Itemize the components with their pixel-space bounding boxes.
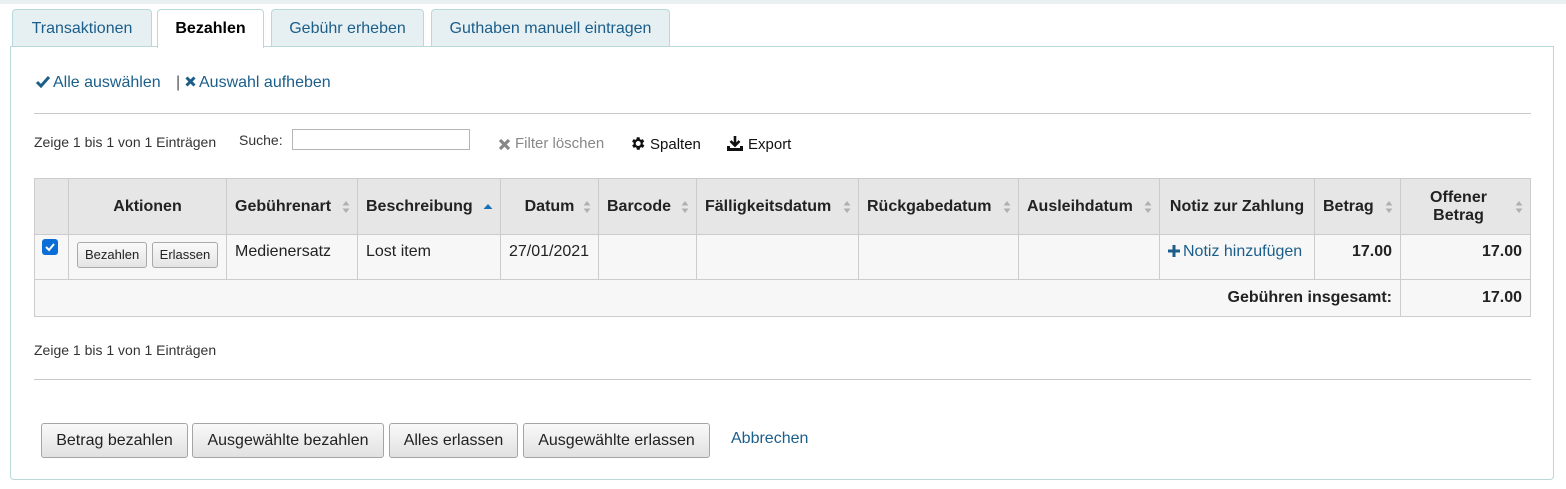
writeoff-all-button[interactable]: Alles erlassen: [389, 423, 518, 458]
row-writeoff-button[interactable]: Erlassen: [151, 242, 219, 268]
sort-icon: [843, 200, 851, 213]
columns-button[interactable]: Spalten: [629, 135, 701, 153]
tab-transaktionen[interactable]: Transaktionen: [12, 9, 152, 46]
column-header-beschreibung[interactable]: Beschreibung: [357, 178, 501, 235]
sort-icon: [1515, 200, 1523, 213]
column-header-ausleihdatum[interactable]: Ausleihdatum: [1018, 178, 1160, 235]
column-header-label: Fälligkeitsdatum: [705, 197, 832, 215]
sort-icon: [1003, 200, 1011, 213]
close-icon: [185, 76, 196, 87]
column-header-label: Rückgabedatum: [867, 197, 992, 215]
row-fee-type: Medienersatz: [226, 234, 358, 280]
pay-amount-button[interactable]: Betrag bezahlen: [41, 423, 188, 458]
top-strip: [0, 0, 1566, 4]
sort-icon: [681, 200, 689, 213]
row-outstanding: 17.00: [1400, 234, 1531, 280]
fees-table: Aktionen Gebührenart Beschreibung Datum …: [34, 178, 1531, 317]
total-value: 17.00: [1400, 279, 1531, 317]
export-button[interactable]: Export: [726, 135, 791, 153]
column-header-faelligkeitsdatum[interactable]: Fälligkeitsdatum: [696, 178, 859, 235]
download-icon: [727, 136, 743, 151]
row-amount: 17.00: [1314, 234, 1401, 280]
columns-label: Spalten: [650, 136, 701, 153]
check-icon: [35, 76, 51, 89]
clear-filter-button[interactable]: Filter löschen: [498, 135, 604, 152]
add-note-link[interactable]: Notiz hinzufügen: [1168, 243, 1302, 260]
clear-filter-label: Filter löschen: [515, 135, 605, 152]
clear-selection-link[interactable]: Auswahl aufheben: [185, 74, 331, 92]
clear-selection-label: Auswahl aufheben: [199, 74, 331, 91]
sort-icon: [583, 200, 591, 213]
total-label: Gebühren insgesamt:: [34, 279, 1401, 317]
row-note-cell: Notiz hinzufügen: [1159, 234, 1315, 280]
column-header-label: Barcode: [607, 197, 672, 215]
row-pay-button[interactable]: Bezahlen: [77, 242, 148, 268]
column-header-label: Datum: [524, 197, 575, 215]
row-checkbox[interactable]: [42, 239, 58, 255]
column-header-label: Aktionen: [113, 197, 182, 215]
column-header-notiz: Notiz zur Zahlung: [1159, 178, 1315, 235]
column-header-gebuehrenart[interactable]: Gebührenart: [226, 178, 358, 235]
sort-icon: [342, 200, 350, 213]
search-label: Suche:: [239, 132, 283, 148]
row-return-date: [858, 234, 1019, 280]
column-header-label: Betrag: [1323, 197, 1374, 215]
select-all-link[interactable]: Alle auswählen: [35, 74, 161, 92]
tab-bezahlen[interactable]: Bezahlen: [157, 9, 264, 48]
column-header-rueckgabedatum[interactable]: Rückgabedatum: [858, 178, 1019, 235]
divider-bottom: [34, 379, 1531, 380]
column-header-aktionen: Aktionen: [68, 178, 227, 235]
column-header-label: Offener Betrag: [1430, 188, 1487, 224]
cancel-link[interactable]: Abbrechen: [731, 430, 808, 448]
column-header-label: Beschreibung: [366, 197, 473, 215]
row-checkout-date: [1018, 234, 1160, 280]
plus-icon: [1168, 245, 1180, 257]
column-header-offener-betrag[interactable]: Offener Betrag: [1400, 178, 1531, 235]
row-description: Lost item: [357, 234, 501, 280]
divider-top: [34, 113, 1531, 114]
table-info-bottom: Zeige 1 bis 1 von 1 Einträgen: [34, 342, 217, 358]
row-date: 27/01/2021: [500, 234, 599, 280]
table-row: Bezahlen Erlassen Medienersatz Lost item…: [34, 234, 1531, 280]
table-info-top: Zeige 1 bis 1 von 1 Einträgen: [34, 134, 217, 150]
column-header-datum[interactable]: Datum: [500, 178, 599, 235]
tab-guthaben-eintragen[interactable]: Guthaben manuell eintragen: [431, 9, 670, 46]
column-header-barcode[interactable]: Barcode: [598, 178, 697, 235]
export-label: Export: [748, 136, 792, 153]
close-icon: [498, 138, 511, 151]
writeoff-selected-button[interactable]: Ausgewählte erlassen: [523, 423, 710, 458]
selection-separator: |: [176, 74, 181, 91]
column-header-label: Notiz zur Zahlung: [1169, 197, 1305, 215]
row-barcode: [598, 234, 697, 280]
gear-icon: [632, 137, 645, 150]
pay-selected-button[interactable]: Ausgewählte bezahlen: [192, 423, 384, 458]
column-header-select: [34, 178, 69, 235]
table-footer-row: Gebühren insgesamt: 17.00: [34, 279, 1531, 317]
sort-icon: [1385, 200, 1393, 213]
column-header-label: Gebührenart: [235, 197, 332, 215]
select-all-label: Alle auswählen: [53, 74, 161, 91]
sort-icon: [1144, 200, 1152, 213]
check-icon: [45, 243, 55, 252]
search-input[interactable]: [292, 129, 470, 150]
table-header-row: Aktionen Gebührenart Beschreibung Datum …: [34, 178, 1531, 235]
row-due-date: [696, 234, 859, 280]
row-actions-cell: Bezahlen Erlassen: [68, 234, 227, 280]
row-select-cell: [34, 234, 69, 280]
tab-gebuehr-erheben[interactable]: Gebühr erheben: [271, 9, 424, 46]
sort-ascending-icon: [483, 203, 493, 209]
add-note-label: Notiz hinzufügen: [1183, 243, 1303, 260]
column-header-betrag[interactable]: Betrag: [1314, 178, 1401, 235]
column-header-label: Ausleihdatum: [1027, 197, 1133, 215]
